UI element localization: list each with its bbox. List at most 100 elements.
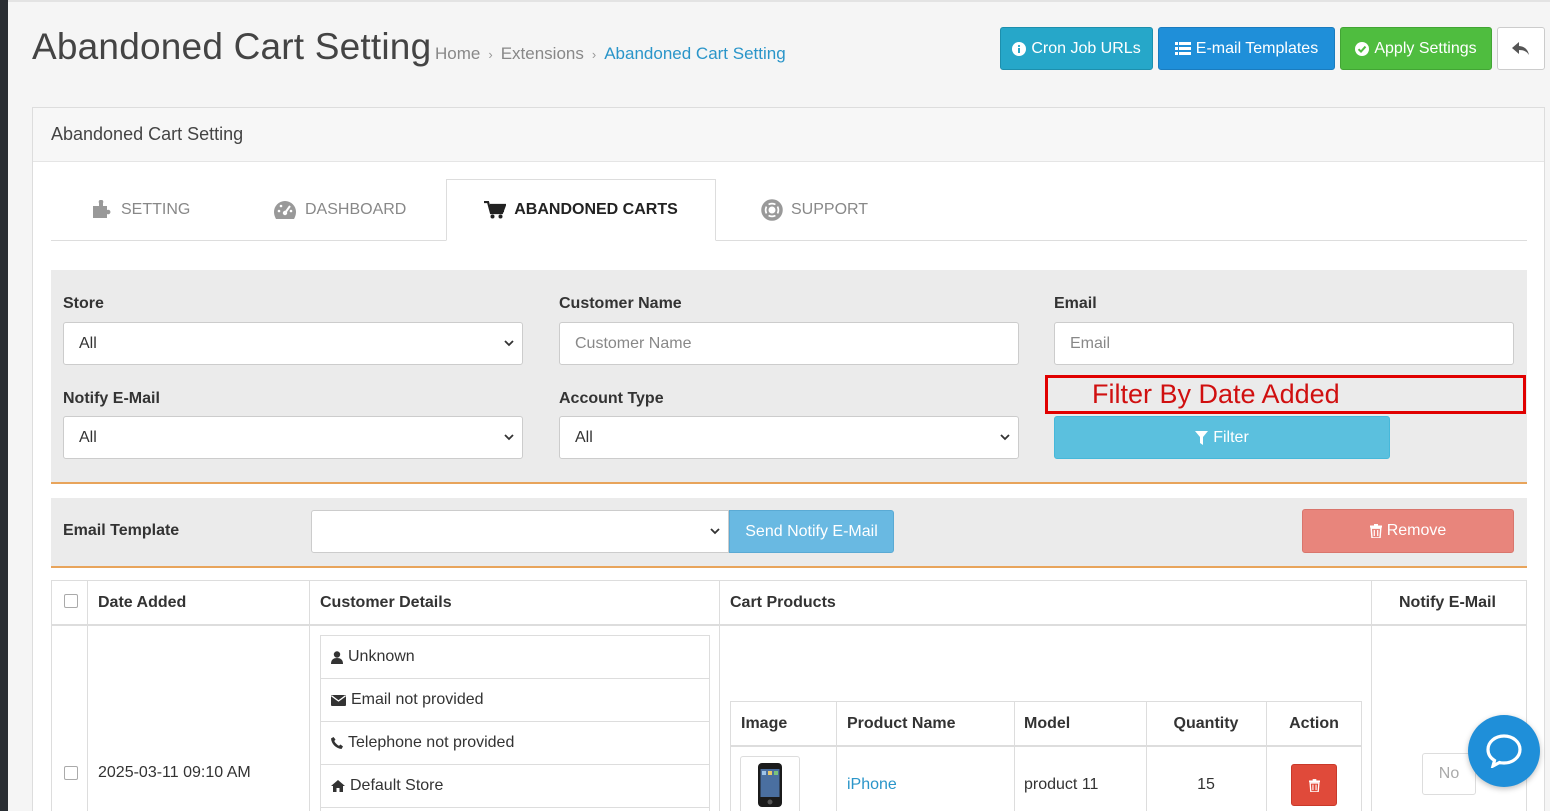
column-header-date-added[interactable]: Date Added [98,581,310,624]
column-header-notify-email: Notify E-Mail [1399,593,1496,611]
customer-email-value: Email not provided [351,691,484,708]
tab-dashboard[interactable]: DASHBOARD [273,179,406,241]
column-divider [309,581,310,811]
email-placeholder: Email [1070,334,1111,352]
column-header-customer-details: Customer Details [320,581,720,624]
customer-store-value: Default Store [350,777,444,794]
column-divider [719,581,720,811]
product-column-divider [1014,702,1015,811]
notify-status-button[interactable]: No [1422,753,1476,795]
email-templates-button[interactable]: E-mail Templates [1158,27,1335,70]
email-template-section: Email Template Send Notify E-Mail Remove [51,498,1527,568]
chevron-down-icon [1000,434,1010,441]
email-template-label: Email Template [63,522,180,539]
phone-icon [331,737,343,749]
email-templates-label: E-mail Templates [1195,39,1319,57]
tab-setting[interactable]: SETTING [91,179,190,241]
tab-setting-label: SETTING [121,201,191,218]
main-panel: Abandoned Cart Setting SETTING DASHBOARD… [32,107,1545,811]
chat-bubble-icon [1486,734,1522,768]
breadcrumb: Home › Extensions › Abandoned Cart Setti… [435,44,786,64]
date-filter-annotation: Filter By Date Added [1045,375,1526,414]
dashboard-icon [274,201,296,219]
select-all-checkbox[interactable] [64,594,78,608]
customer-name-item: Unknown [321,636,709,679]
notify-email-label: Notify E-Mail [63,390,160,407]
customer-telephone-item: Telephone not provided [321,722,709,765]
breadcrumb-separator: › [488,46,493,62]
tab-dashboard-label: DASHBOARD [305,201,407,218]
store-select[interactable]: All [63,322,523,365]
notify-email-select-value: All [79,428,97,446]
tab-bar: SETTING DASHBOARD ABANDONED CARTS SUPPOR… [51,179,1527,241]
product-header-action: Action [1289,714,1339,732]
apply-settings-button[interactable]: Apply Settings [1340,27,1492,70]
account-type-select[interactable]: All [559,416,1019,459]
column-header-cart-products: Cart Products [730,581,1372,624]
send-notify-email-button[interactable]: Send Notify E-Mail [729,510,894,553]
breadcrumb-current[interactable]: Abandoned Cart Setting [604,44,785,64]
table-header-rule [52,624,1526,626]
cron-job-urls-button[interactable]: Cron Job URLs [1000,27,1153,70]
remove-button[interactable]: Remove [1302,509,1514,553]
customer-name-value: Unknown [348,648,415,665]
tab-support[interactable]: SUPPORT [761,179,868,241]
cart-products-table: Image Product Name Model Quantity Action… [730,701,1362,811]
product-name-link[interactable]: iPhone [847,776,897,794]
account-type-label: Account Type [559,390,664,407]
reply-arrow-icon [1512,41,1529,55]
cron-job-urls-label: Cron Job URLs [1031,39,1141,57]
abandoned-carts-table: Date Added Customer Details Cart Product… [51,580,1527,811]
tab-abandoned-carts[interactable]: ABANDONED CARTS [446,179,716,241]
info-circle-icon [1012,41,1027,56]
check-circle-icon [1355,41,1370,56]
chevron-down-icon [710,528,720,535]
live-chat-button[interactable] [1468,715,1540,787]
product-header-model: Model [1024,714,1071,732]
page-title: Abandoned Cart Setting [32,26,432,67]
customer-details-list: Unknown Email not provided Telephone not… [320,635,710,811]
product-header-image: Image [741,714,788,732]
home-icon [331,780,345,792]
chevron-down-icon [504,340,514,347]
product-header-name: Product Name [847,714,956,732]
customer-name-placeholder: Customer Name [575,334,692,352]
phone-device-thumbnail [758,763,782,807]
customer-name-input[interactable]: Customer Name [559,322,1019,365]
product-header-quantity: Quantity [1173,714,1239,732]
product-image[interactable] [740,756,800,811]
date-added-cell: 2025-03-11 09:10 AM [98,764,251,781]
tab-abandoned-carts-label: ABANDONED CARTS [514,201,678,218]
panel-heading: Abandoned Cart Setting [33,108,1544,162]
top-border [8,0,1550,2]
tab-support-label: SUPPORT [791,201,869,218]
list-icon [1174,42,1191,55]
column-divider [1371,581,1372,811]
breadcrumb-extensions[interactable]: Extensions [501,44,584,64]
shopping-cart-icon [484,201,507,219]
filter-funnel-icon [1195,430,1209,445]
email-template-select[interactable] [311,510,729,553]
left-sidebar-strip [0,0,8,811]
column-divider [87,581,88,811]
filter-section: Store All Customer Name Customer Name Em… [51,270,1527,484]
product-column-divider [1266,702,1267,811]
back-button[interactable] [1497,27,1545,70]
filter-button[interactable]: Filter [1054,416,1390,459]
customer-store-item: Default Store [321,765,709,808]
row-checkbox[interactable] [64,766,78,780]
breadcrumb-separator: › [591,46,597,62]
customer-email-item: Email not provided [321,679,709,722]
breadcrumb-home[interactable]: Home [435,44,480,64]
email-label: Email [1054,295,1097,312]
product-model: product 11 [1024,776,1099,793]
trash-icon [1308,778,1320,792]
account-type-select-value: All [575,428,593,446]
puzzle-icon [93,200,111,218]
notify-email-select[interactable]: All [63,416,523,459]
delete-product-button[interactable] [1291,764,1337,806]
store-label: Store [63,295,104,312]
chevron-down-icon [504,434,514,441]
store-select-value: All [79,334,97,352]
email-input[interactable]: Email [1054,322,1514,365]
